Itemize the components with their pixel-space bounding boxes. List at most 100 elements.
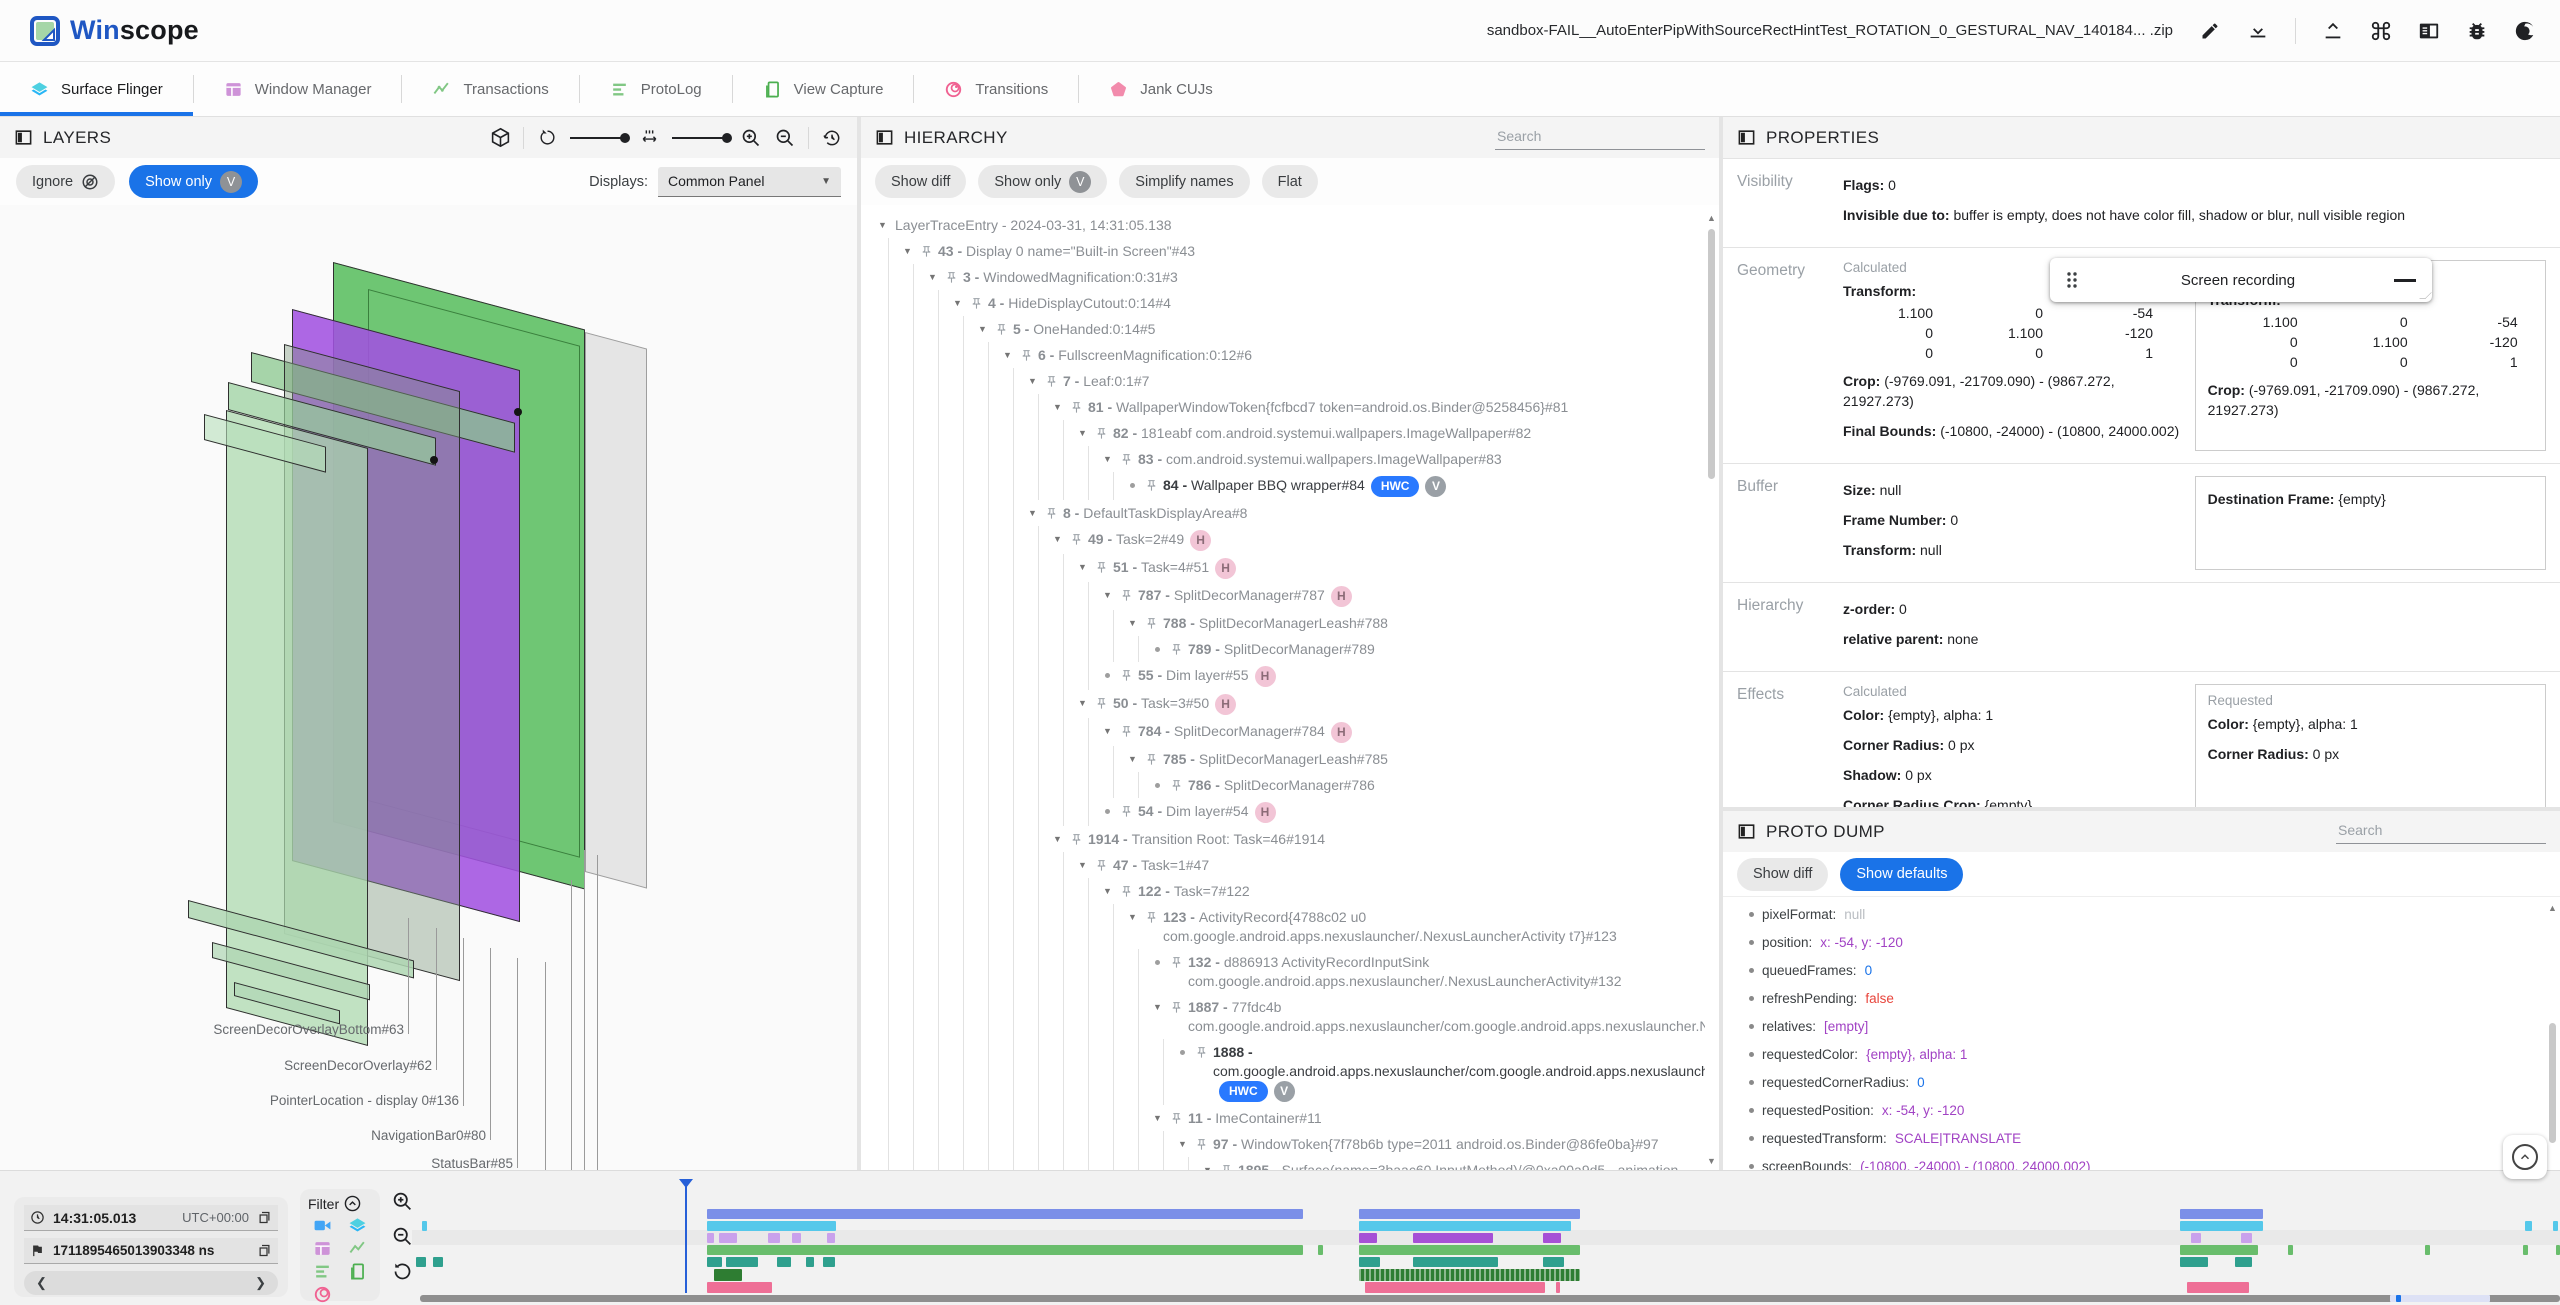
tree-node-47[interactable]: ▼ 47 - Task=1#47 <box>1075 852 1705 878</box>
tree-node-788[interactable]: ▼ 788 - SplitDecorManagerLeash#788 <box>1125 610 1705 636</box>
trace-segment-wm-purple-dark[interactable] <box>1359 1233 1377 1243</box>
tree-node-50[interactable]: ▼ 50 - Task=3#50 H <box>1075 690 1705 718</box>
zoom-in-icon[interactable] <box>740 127 762 149</box>
screen-recording-filter-icon[interactable] <box>313 1216 332 1235</box>
resize-handle[interactable] <box>2419 292 2432 299</box>
tree-node-784[interactable]: ▼ 784 - SplitDecorManager#784 H <box>1100 718 1705 746</box>
trace-segment-transactions-green[interactable] <box>707 1245 1303 1255</box>
download-icon[interactable] <box>2247 20 2269 42</box>
bug-report-icon[interactable] <box>2466 20 2488 42</box>
proto-entry-pixelFormat[interactable]: pixelFormat: null <box>1749 907 2544 922</box>
tree-node-785[interactable]: ▼ 785 - SplitDecorManagerLeash#785 <box>1125 746 1705 772</box>
trace-segment-viewcapture-teal[interactable] <box>1359 1257 1380 1267</box>
tree-node-1887[interactable]: ▼ 1887 - 77fdc4b com.google.android.apps.… <box>1150 994 1705 1039</box>
transactions-filter-icon[interactable] <box>348 1239 367 1258</box>
proto-entry-requestedColor[interactable]: requestedColor: {empty}, alpha: 1 <box>1749 1047 2544 1062</box>
tree-node-1888[interactable]: 1888 - com.google.android.apps.nexuslaun… <box>1175 1039 1705 1105</box>
rotation-slider[interactable] <box>570 132 630 143</box>
proto-search-input[interactable] <box>2338 822 2544 838</box>
frame-stepper[interactable]: ❮ ❯ <box>24 1271 278 1295</box>
trace-segment-wm-purple-light[interactable] <box>2241 1233 2252 1243</box>
tab-protolog[interactable]: ProtoLog <box>580 62 732 116</box>
simplify-names-button[interactable]: Simplify names <box>1119 165 1250 198</box>
upload-icon[interactable] <box>2322 20 2344 42</box>
flat-button[interactable]: Flat <box>1261 165 1318 198</box>
timeline-reset-icon[interactable] <box>392 1261 413 1282</box>
tree-node-1895[interactable]: ▼ 1895 - Surface(name=3baac60 InputMethod… <box>1200 1157 1705 1170</box>
documentation-icon[interactable] <box>2418 20 2440 42</box>
tree-node-123[interactable]: ▼ 123 - ActivityRecord{4788c02 u0 com.goo… <box>1125 904 1705 949</box>
dark-mode-toggle-icon[interactable] <box>2514 20 2536 42</box>
trace-segment-sf-cyan[interactable] <box>422 1221 427 1231</box>
tab-jank-cujs[interactable]: Jank CUJs <box>1079 62 1243 116</box>
copy-icon[interactable] <box>257 1243 272 1258</box>
trace-segment-viewcapture-teal[interactable] <box>726 1257 758 1267</box>
ignore-button[interactable]: Ignore <box>16 165 116 198</box>
edit-icon[interactable] <box>2199 20 2221 42</box>
protolog-filter-icon[interactable] <box>313 1262 332 1281</box>
trace-segment-wm-purple-light[interactable] <box>768 1233 780 1243</box>
trace-segment-transactions-green[interactable] <box>2180 1245 2258 1255</box>
trace-segment-wm-purple-light[interactable] <box>707 1233 714 1243</box>
tree-node-81[interactable]: ▼ 81 - WallpaperWindowToken{fcfbcd7 token… <box>1050 394 1705 420</box>
tab-transactions[interactable]: Transactions <box>402 62 578 116</box>
tab-view-capture[interactable]: View Capture <box>733 62 914 116</box>
tree-node-55[interactable]: 55 - Dim layer#55 H <box>1100 662 1705 690</box>
timeline-zoom-in-icon[interactable] <box>392 1191 413 1212</box>
show-only-button[interactable]: Show only V <box>129 165 259 198</box>
human-time-row[interactable]: 14:31:05.013 UTC+00:00 <box>24 1205 278 1231</box>
trace-segment-protolog-blue[interactable] <box>2180 1209 2263 1219</box>
spacing-icon[interactable] <box>638 127 660 149</box>
screen-recording-window[interactable]: Screen recording <box>2050 258 2432 302</box>
tree-node-11[interactable]: ▼ 11 - ImeContainer#11 <box>1150 1105 1705 1131</box>
timeline-zoom-out-icon[interactable] <box>392 1226 413 1247</box>
proto-scrollbar[interactable]: ▲ <box>2547 903 2558 1164</box>
transitions-filter-icon[interactable] <box>313 1285 332 1304</box>
layers-3d-view[interactable]: ScreenDecorOverlayBottom#63 ScreenDecorOv… <box>0 205 857 1170</box>
trace-segment-viewcapture-teal[interactable] <box>806 1257 814 1267</box>
trace-segment-screenrec-darkgreen[interactable] <box>714 1269 742 1281</box>
timeline-cursor[interactable] <box>679 1179 693 1293</box>
trace-segment-sf-cyan[interactable] <box>1359 1221 1571 1231</box>
tree-node-51[interactable]: ▼ 51 - Task=4#51 H <box>1075 554 1705 582</box>
trace-segment-viewcapture-teal[interactable] <box>1543 1257 1564 1267</box>
minimize-button[interactable] <box>2394 278 2416 282</box>
trace-segment-wm-purple-dark[interactable] <box>1543 1233 1561 1243</box>
tab-surface-flinger[interactable]: Surface Flinger <box>0 62 193 116</box>
trace-segment-transactions-green[interactable] <box>2523 1245 2528 1255</box>
trace-segment-viewcapture-teal[interactable] <box>433 1257 443 1267</box>
trace-segment-sf-cyan[interactable] <box>2180 1221 2263 1231</box>
show-diff-button[interactable]: Show diff <box>875 165 967 198</box>
proto-show-diff-button[interactable]: Show diff <box>1737 857 1829 891</box>
tree-node-132[interactable]: 132 - d886913 ActivityRecordInputSink co… <box>1150 949 1705 994</box>
tree-node-83[interactable]: ▼ 83 - com.android.systemui.wallpapers.Im… <box>1100 446 1705 472</box>
tree-node-49[interactable]: ▼ 49 - Task=2#49 H <box>1050 526 1705 554</box>
trace-segment-transactions-green[interactable] <box>1318 1245 1323 1255</box>
tree-node-97[interactable]: ▼ 97 - WindowToken{7f78b6b type=2011 andr… <box>1175 1131 1705 1157</box>
proto-entry-screenBounds[interactable]: screenBounds: (-10800, -24000) - (10800,… <box>1749 1159 2544 1170</box>
drag-handle-icon[interactable] <box>2064 271 2082 289</box>
shortcuts-icon[interactable] <box>2370 20 2392 42</box>
trace-segment-wm-purple-dark[interactable] <box>1413 1233 1493 1243</box>
trace-segment-viewcapture-teal[interactable] <box>416 1257 426 1267</box>
tree-node-3[interactable]: ▼ 3 - WindowedMagnification:0:31#3 <box>925 264 1705 290</box>
trace-segment-viewcapture-teal[interactable] <box>2235 1257 2252 1267</box>
ns-time-row[interactable]: 1711895465013903348 ns <box>24 1238 278 1264</box>
collapse-icon[interactable] <box>344 1195 361 1212</box>
tab-transitions[interactable]: Transitions <box>914 62 1078 116</box>
copy-icon[interactable] <box>257 1210 272 1225</box>
tree-node-787[interactable]: ▼ 787 - SplitDecorManager#787 H <box>1100 582 1705 610</box>
tab-window-manager[interactable]: Window Manager <box>194 62 402 116</box>
timeline-scrollbar[interactable] <box>420 1295 2560 1302</box>
tree-node-7[interactable]: ▼ 7 - Leaf:0:1#7 <box>1025 368 1705 394</box>
display-select[interactable]: Common Panel ▼ <box>658 166 841 197</box>
trace-segment-wm-purple-light[interactable] <box>719 1233 737 1243</box>
zoom-out-icon[interactable] <box>774 127 796 149</box>
proto-entry-refreshPending[interactable]: refreshPending: false <box>1749 991 2544 1006</box>
tree-node-43[interactable]: ▼ 43 - Display 0 name="Built-in Screen"#4… <box>900 238 1705 264</box>
trace-segment-transactions-green[interactable] <box>1359 1245 1580 1255</box>
spacing-slider[interactable] <box>672 132 732 143</box>
tree-node-1914[interactable]: ▼ 1914 - Transition Root: Task=46#1914 <box>1050 826 1705 852</box>
trace-segment-sf-cyan[interactable] <box>2525 1221 2532 1231</box>
proto-entry-relatives[interactable]: relatives: [empty] <box>1749 1019 2544 1034</box>
